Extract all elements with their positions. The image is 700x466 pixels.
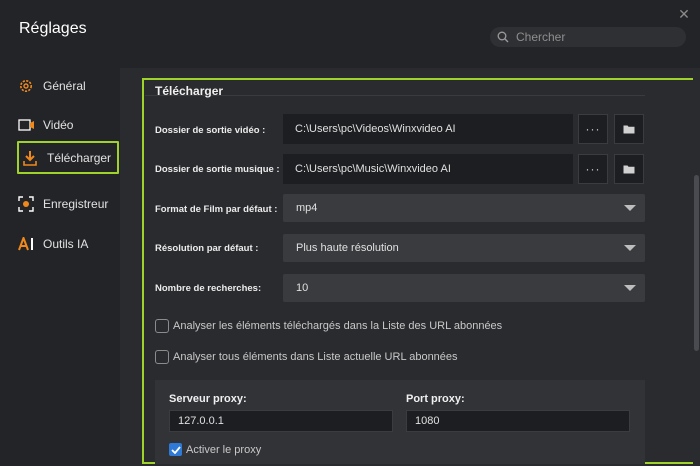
analyze-all-checkbox[interactable]: Analyser tous éléments dans Liste actuel… bbox=[155, 350, 458, 364]
music-output-path[interactable]: C:\Users\pc\Music\Winxvideo AI bbox=[283, 154, 573, 184]
checkbox-label: Analyser tous éléments dans Liste actuel… bbox=[173, 351, 458, 363]
section-divider bbox=[153, 95, 645, 96]
music-browse-button[interactable]: ··· bbox=[578, 154, 608, 184]
sidebar-item-general[interactable]: Général bbox=[17, 74, 117, 98]
folder-icon bbox=[623, 165, 635, 174]
chevron-down-icon bbox=[624, 245, 636, 251]
enable-proxy-checkbox[interactable]: Activer le proxy bbox=[169, 443, 261, 456]
window-title: Réglages bbox=[19, 20, 87, 37]
checkbox-label: Activer le proxy bbox=[186, 443, 262, 456]
analyze-downloaded-checkbox[interactable]: Analyser les éléments téléchargés dans l… bbox=[155, 319, 502, 333]
sidebar-item-label: Général bbox=[43, 79, 86, 93]
sidebar-item-ai-tools[interactable]: Outils IA bbox=[17, 232, 117, 256]
search-icon bbox=[497, 31, 509, 43]
record-icon bbox=[17, 195, 35, 213]
ai-icon bbox=[17, 235, 35, 253]
folder-icon bbox=[623, 125, 635, 134]
video-output-label: Dossier de sortie vidéo : bbox=[155, 125, 266, 136]
music-output-label: Dossier de sortie musique : bbox=[155, 164, 280, 175]
section-divider bbox=[145, 95, 153, 96]
sidebar-item-label: Vidéo bbox=[43, 118, 74, 132]
sidebar-item-recorder[interactable]: Enregistreur bbox=[17, 192, 117, 216]
gear-icon bbox=[17, 77, 35, 95]
proxy-server-label: Serveur proxy: bbox=[169, 393, 247, 405]
sidebar-item-label: Outils IA bbox=[43, 237, 89, 251]
search-count-value: 10 bbox=[296, 282, 309, 294]
section-title: Télécharger bbox=[155, 84, 224, 98]
format-value: mp4 bbox=[296, 202, 318, 214]
scrollbar-thumb[interactable] bbox=[694, 175, 699, 351]
title-bar: Réglages ✕ bbox=[0, 0, 700, 68]
scrollbar[interactable] bbox=[693, 68, 700, 466]
format-label: Format de Film par défaut : bbox=[155, 204, 278, 215]
search-count-label: Nombre de recherches: bbox=[155, 283, 262, 294]
video-icon bbox=[17, 116, 35, 134]
close-button[interactable]: ✕ bbox=[676, 6, 692, 22]
download-icon bbox=[21, 149, 39, 167]
checkbox-box[interactable] bbox=[155, 350, 169, 364]
video-folder-button[interactable] bbox=[614, 114, 644, 144]
proxy-port-input[interactable]: 1080 bbox=[406, 410, 630, 432]
checkbox-box[interactable] bbox=[155, 319, 169, 333]
sidebar-item-download[interactable]: Télécharger bbox=[17, 141, 119, 174]
checkmark-icon[interactable] bbox=[169, 443, 182, 456]
sidebar-item-label: Télécharger bbox=[47, 150, 112, 165]
music-folder-button[interactable] bbox=[614, 154, 644, 184]
search-input[interactable] bbox=[516, 27, 681, 47]
resolution-select[interactable]: Plus haute résolution bbox=[283, 234, 645, 262]
format-select[interactable]: mp4 bbox=[283, 194, 645, 222]
chevron-down-icon bbox=[624, 205, 636, 211]
resolution-label: Résolution par défaut : bbox=[155, 243, 259, 254]
sidebar: Général Vidéo Télécharger Enregistreur O… bbox=[0, 68, 120, 466]
sidebar-item-video[interactable]: Vidéo bbox=[17, 113, 117, 137]
chevron-down-icon bbox=[624, 285, 636, 291]
search-box[interactable] bbox=[490, 27, 686, 47]
video-browse-button[interactable]: ··· bbox=[578, 114, 608, 144]
video-output-path[interactable]: C:\Users\pc\Videos\Winxvideo AI bbox=[283, 114, 573, 144]
proxy-port-label: Port proxy: bbox=[406, 393, 465, 405]
search-count-select[interactable]: 10 bbox=[283, 274, 645, 302]
resolution-value: Plus haute résolution bbox=[296, 242, 399, 254]
sidebar-item-label: Enregistreur bbox=[43, 197, 109, 211]
proxy-server-input[interactable]: 127.0.0.1 bbox=[169, 410, 393, 432]
checkbox-label: Analyser les éléments téléchargés dans l… bbox=[173, 320, 503, 332]
